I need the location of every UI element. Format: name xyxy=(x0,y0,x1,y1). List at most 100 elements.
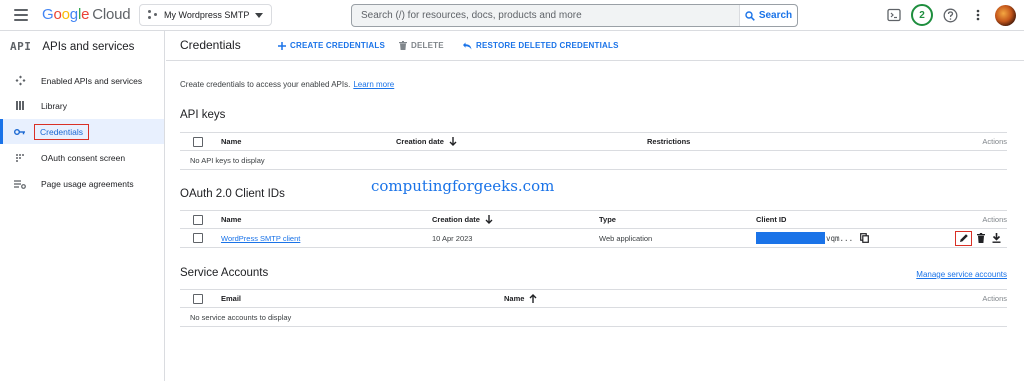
search-input[interactable] xyxy=(352,5,740,26)
column-header: Creation date xyxy=(432,215,480,224)
column-header-sortable[interactable]: Name xyxy=(504,290,537,307)
column-header: Actions xyxy=(982,294,1007,303)
delete-button[interactable]: DELETE xyxy=(399,41,444,50)
redacted-client-id xyxy=(756,232,825,244)
column-header[interactable]: Name xyxy=(221,211,241,228)
chevron-down-icon xyxy=(255,13,263,18)
service-accounts-empty-row: No service accounts to display xyxy=(180,308,1007,327)
api-keys-title: API keys xyxy=(180,109,226,121)
main-content: Credentials CREATE CREDENTIALS DELETE RE… xyxy=(166,31,1024,381)
arrow-down-icon xyxy=(449,137,457,146)
page-title: Credentials xyxy=(180,38,241,52)
service-accounts-header-row: Email Name Actions xyxy=(180,289,1007,308)
column-header[interactable]: Email xyxy=(221,290,241,307)
row-checkbox[interactable] xyxy=(193,229,203,247)
select-all-checkbox[interactable] xyxy=(193,211,203,228)
delete-label: DELETE xyxy=(411,41,444,50)
logo-letter: g xyxy=(69,6,78,23)
key-icon xyxy=(14,126,26,138)
column-header[interactable]: Name xyxy=(221,133,241,150)
sidebar-item-label: Library xyxy=(41,100,67,111)
checkbox[interactable] xyxy=(193,214,203,225)
arrow-down-icon xyxy=(485,215,493,224)
table-row: WordPress SMTP client 10 Apr 2023 Web ap… xyxy=(180,229,1007,248)
sidebar-item-label: Page usage agreements xyxy=(41,178,134,189)
sidebar-item-label: Credentials xyxy=(34,123,89,140)
logo-letter: e xyxy=(81,6,90,23)
api-icon: API xyxy=(10,40,32,53)
search-icon xyxy=(745,10,755,21)
column-header-sortable[interactable]: Creation date xyxy=(396,133,457,150)
undo-icon xyxy=(462,42,472,50)
sidebar-title: APIs and services xyxy=(42,40,135,53)
row-actions xyxy=(955,229,1003,247)
column-header: Creation date xyxy=(396,137,444,146)
watermark-text: computingforgeeks.com xyxy=(371,177,555,195)
active-indicator xyxy=(0,119,3,144)
sidebar-item-enabled-apis[interactable]: Enabled APIs and services xyxy=(0,68,164,93)
checkbox[interactable] xyxy=(193,136,203,147)
sidebar-item-library[interactable]: Library xyxy=(0,93,164,118)
api-keys-header-row: Name Creation date Restrictions Actions xyxy=(180,132,1007,151)
menu-icon[interactable] xyxy=(14,9,28,21)
sidebar-header: API APIs and services xyxy=(10,40,134,53)
avatar[interactable] xyxy=(995,5,1016,26)
library-icon xyxy=(14,100,26,112)
client-id-tail: vqm... xyxy=(826,233,854,243)
api-keys-empty-row: No API keys to display xyxy=(180,151,1007,170)
column-header-sortable[interactable]: Creation date xyxy=(432,211,493,228)
oauth-title: OAuth 2.0 Client IDs xyxy=(180,188,285,200)
search-button[interactable]: Search xyxy=(739,5,797,26)
empty-state-text: No API keys to display xyxy=(190,155,265,165)
project-picker[interactable]: My Wordpress SMTP xyxy=(139,4,272,26)
search-bar: Search xyxy=(351,4,798,27)
more-vert-icon[interactable] xyxy=(970,7,986,23)
create-credentials-button[interactable]: CREATE CREDENTIALS xyxy=(278,41,385,50)
client-name-link[interactable]: WordPress SMTP client xyxy=(221,229,300,247)
settings-list-icon xyxy=(14,178,26,190)
restore-deleted-button[interactable]: RESTORE DELETED CREDENTIALS xyxy=(462,41,619,50)
restore-label: RESTORE DELETED CREDENTIALS xyxy=(476,41,619,50)
service-accounts-title: Service Accounts xyxy=(180,267,269,279)
top-bar: GoogleCloud My Wordpress SMTP Search 2 xyxy=(0,0,1024,31)
sidebar-item-credentials[interactable]: Credentials xyxy=(0,119,164,144)
download-icon[interactable] xyxy=(989,231,1003,245)
column-header[interactable]: Type xyxy=(599,211,616,228)
client-name[interactable]: WordPress SMTP client xyxy=(221,234,300,243)
copy-icon[interactable] xyxy=(857,231,871,245)
checkbox[interactable] xyxy=(193,233,203,243)
project-name: My Wordpress SMTP xyxy=(164,10,250,20)
column-header: Actions xyxy=(982,215,1007,224)
trash-icon xyxy=(399,41,407,50)
intro-description: Create credentials to access your enable… xyxy=(180,80,351,89)
search-button-label: Search xyxy=(758,10,793,21)
client-id-cell: vqm... xyxy=(756,229,871,247)
oauth-header-row: Name Creation date Type Client ID Action… xyxy=(180,210,1007,229)
arrow-up-icon xyxy=(529,294,537,303)
help-icon[interactable] xyxy=(942,7,958,23)
column-header: Actions xyxy=(982,137,1007,146)
plus-icon xyxy=(278,41,286,50)
intro-text: Create credentials to access your enable… xyxy=(180,80,394,89)
logo-letter: G xyxy=(42,6,54,23)
empty-state-text: No service accounts to display xyxy=(190,312,292,322)
select-all-checkbox[interactable] xyxy=(193,133,203,150)
checkbox[interactable] xyxy=(193,293,203,304)
column-header: Name xyxy=(504,294,525,303)
project-icon xyxy=(148,10,158,20)
edit-icon[interactable] xyxy=(955,230,972,246)
page-header: Credentials CREATE CREDENTIALS DELETE RE… xyxy=(166,31,1024,61)
column-header[interactable]: Client ID xyxy=(756,211,786,228)
trash-icon[interactable] xyxy=(974,231,988,245)
notification-badge[interactable]: 2 xyxy=(911,4,933,26)
google-cloud-logo[interactable]: Google Cloud xyxy=(42,6,131,23)
learn-more-link[interactable]: Learn more xyxy=(353,80,394,89)
logo-letter: o xyxy=(53,6,62,23)
sidebar-item-page-usage[interactable]: Page usage agreements xyxy=(0,171,164,196)
terminal-icon[interactable] xyxy=(886,7,902,23)
select-all-checkbox[interactable] xyxy=(193,290,203,307)
sidebar-item-oauth-consent[interactable]: OAuth consent screen xyxy=(0,145,164,170)
apis-icon xyxy=(14,75,26,87)
column-header[interactable]: Restrictions xyxy=(647,133,690,150)
manage-service-accounts-link[interactable]: Manage service accounts xyxy=(916,270,1007,279)
